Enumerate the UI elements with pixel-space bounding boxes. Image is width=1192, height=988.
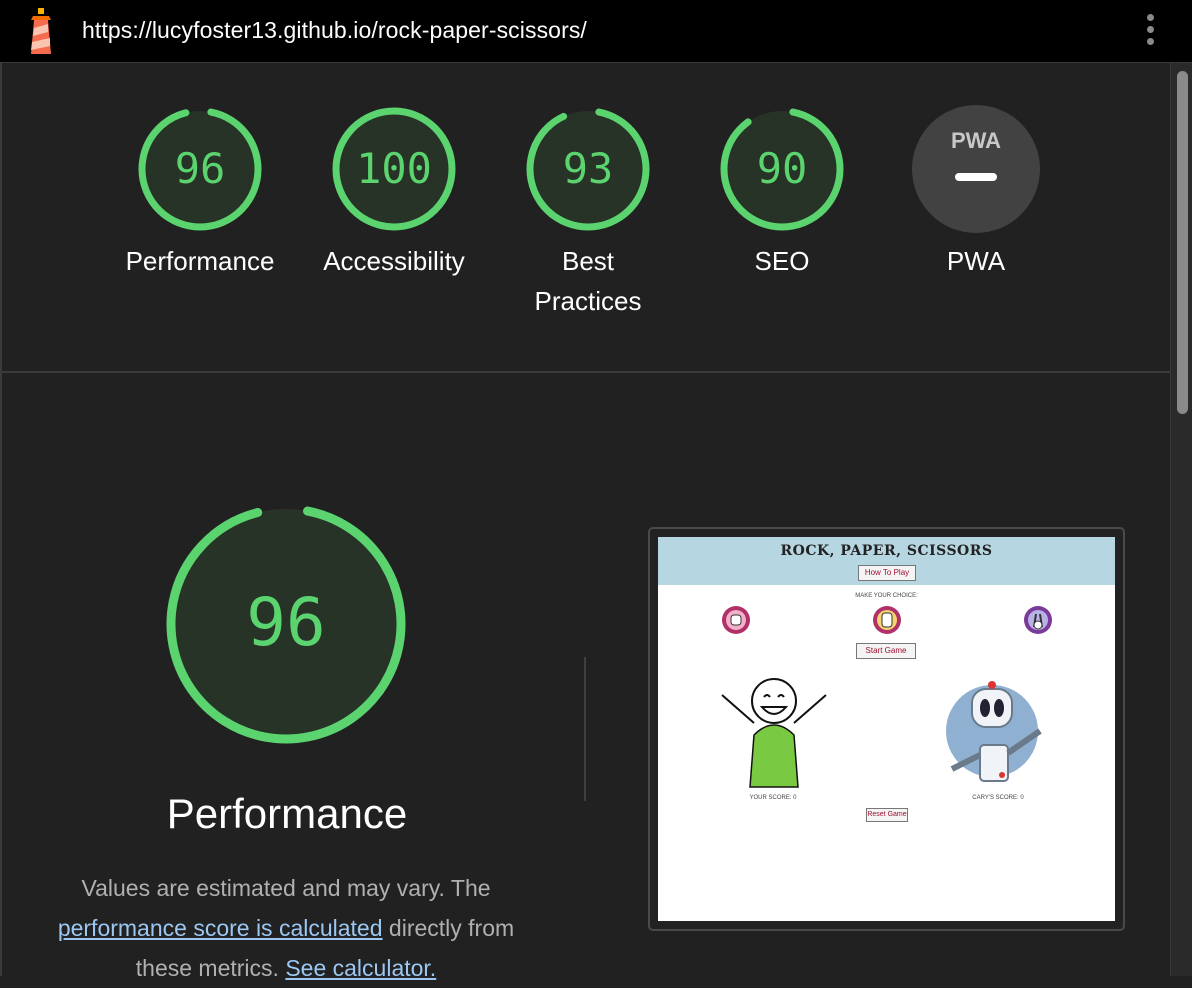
how-to-play-button: How To Play bbox=[858, 565, 916, 581]
gauge-label: Accessibility bbox=[323, 246, 465, 276]
reset-game-button: Reset Game bbox=[866, 808, 908, 822]
address-bar: https://lucyfoster13.github.io/rock-pape… bbox=[0, 0, 1192, 63]
see-calculator-link[interactable]: See calculator. bbox=[285, 955, 436, 981]
cary-score: CARY'S SCORE: 0 bbox=[972, 795, 1024, 801]
gauge-accessibility[interactable]: 100 Accessibility bbox=[304, 103, 484, 281]
final-screenshot-frame[interactable]: ROCK, PAPER, SCISSORS How To Play MAKE Y… bbox=[648, 527, 1125, 931]
gauge-ring: 96 bbox=[138, 107, 262, 231]
gauge-ring: 93 bbox=[526, 107, 650, 231]
desc-text: directly from bbox=[388, 915, 515, 941]
gauge-ring: 90 bbox=[720, 107, 844, 231]
start-game-button: Start Game bbox=[856, 643, 916, 659]
score-calculation-link[interactable]: performance score is calculated bbox=[58, 915, 383, 941]
vertical-separator bbox=[584, 657, 586, 801]
gauge-performance[interactable]: 96 Performance bbox=[110, 103, 290, 281]
scrollbar-thumb[interactable] bbox=[1177, 71, 1188, 414]
gauge-score: 96 bbox=[175, 144, 226, 193]
scrollbar[interactable] bbox=[1170, 63, 1192, 976]
gauge-best-practices[interactable]: 93 Best Practices bbox=[498, 103, 678, 321]
rock-choice-icon bbox=[722, 606, 750, 634]
section-divider bbox=[2, 371, 1170, 373]
gauge-seo[interactable]: 90 SEO bbox=[692, 103, 872, 281]
lighthouse-logo-icon bbox=[22, 6, 60, 61]
desc-text: these metrics. bbox=[135, 955, 279, 981]
kebab-menu-icon[interactable] bbox=[1140, 14, 1160, 48]
final-screenshot: ROCK, PAPER, SCISSORS How To Play MAKE Y… bbox=[658, 537, 1115, 921]
performance-description: Values are estimated and may vary. The p… bbox=[36, 868, 536, 988]
pwa-badge-icon: PWA bbox=[912, 105, 1040, 233]
gauge-label: Best Practices bbox=[534, 246, 642, 316]
scissors-choice-icon bbox=[1024, 606, 1052, 634]
paper-choice-icon bbox=[873, 606, 901, 634]
svg-text:PWA: PWA bbox=[951, 128, 1001, 153]
gauge-score: 93 bbox=[563, 144, 614, 193]
performance-gauge-large: 96 bbox=[165, 503, 407, 745]
gauge-label: PWA bbox=[946, 246, 1006, 276]
site-title: ROCK, PAPER, SCISSORS bbox=[780, 543, 993, 559]
gauge-ring: 100 bbox=[332, 107, 456, 231]
desc-text: Values are estimated and may vary. The bbox=[81, 875, 491, 901]
performance-gauge-ring: 96 bbox=[166, 504, 406, 744]
performance-title: Performance bbox=[166, 790, 408, 837]
gauge-score: 100 bbox=[356, 144, 432, 193]
page-url: https://lucyfoster13.github.io/rock-pape… bbox=[82, 17, 587, 43]
gauge-label: SEO bbox=[754, 246, 810, 276]
make-choice-label: MAKE YOUR CHOICE: bbox=[855, 593, 918, 599]
performance-score: 96 bbox=[246, 584, 325, 661]
gauge-label: Performance bbox=[125, 246, 275, 276]
cary-robot-image bbox=[946, 681, 1042, 782]
gauge-score: 90 bbox=[757, 144, 808, 193]
gauge-pwa[interactable]: PWA PWA bbox=[886, 103, 1066, 281]
player-stickman-image bbox=[721, 678, 827, 788]
your-score: YOUR SCORE: 0 bbox=[749, 795, 797, 801]
